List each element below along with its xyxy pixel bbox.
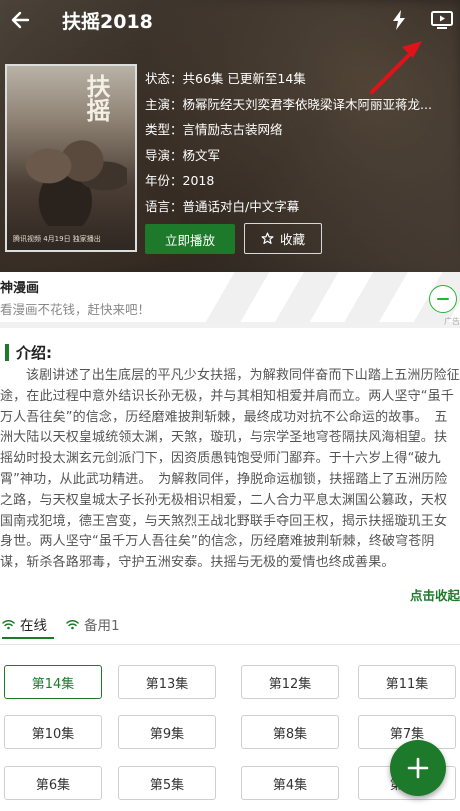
- active-tab-indicator: [2, 637, 54, 639]
- info-year: 年份：2018: [145, 173, 215, 188]
- tab-online-label: 在线: [20, 618, 47, 634]
- intro-header: 介绍:: [5, 342, 52, 363]
- plus-icon: [407, 757, 429, 779]
- back-button[interactable]: [6, 6, 34, 34]
- episode-button[interactable]: 第14集: [4, 665, 102, 699]
- favorite-label: 收藏: [279, 232, 305, 247]
- add-floating-button[interactable]: [390, 740, 446, 796]
- episode-button[interactable]: 第11集: [358, 665, 456, 699]
- section-divider: [0, 322, 460, 328]
- tv-play-icon: [431, 11, 453, 29]
- episode-button[interactable]: 第5集: [118, 766, 216, 800]
- info-genre: 类型：言情励志古装网络: [145, 122, 283, 137]
- poster-title: 扶摇: [82, 74, 111, 122]
- favorite-button[interactable]: 收藏: [244, 223, 322, 254]
- flash-icon: [393, 10, 405, 30]
- wifi-source-icon: [66, 620, 79, 630]
- episode-button[interactable]: 第9集: [118, 715, 216, 749]
- source-tabs: 在线 备用1: [0, 610, 460, 640]
- flash-button[interactable]: [386, 6, 412, 34]
- intro-text: 该剧讲述了出生底层的平凡少女扶摇，为解救同伴奋而下山踏上五洲历险征途，在此过程中…: [0, 368, 460, 571]
- wifi-source-icon: [2, 620, 15, 630]
- ad-tag: 广告: [444, 317, 460, 326]
- poster-caption: 腾讯视频 4月19日 独家播出: [13, 235, 101, 243]
- star-icon: [261, 232, 274, 244]
- tab-backup-label: 备用1: [84, 618, 120, 634]
- info-language: 语言：普通话对白/中文字幕: [145, 198, 300, 214]
- episode-button[interactable]: 第12集: [241, 665, 339, 699]
- episode-button[interactable]: 第4集: [241, 766, 339, 800]
- tv-cast-button[interactable]: [428, 6, 456, 34]
- back-arrow-icon: [11, 11, 30, 29]
- episode-button[interactable]: 第10集: [4, 715, 102, 749]
- episode-button[interactable]: 第6集: [4, 766, 102, 800]
- page-title: 扶摇2018: [62, 11, 153, 33]
- episode-button[interactable]: 第8集: [241, 715, 339, 749]
- ad-banner[interactable]: 神漫画 看漫画不花钱，赶快来吧！: [0, 272, 460, 322]
- collapse-link[interactable]: 点击收起: [410, 585, 460, 604]
- poster-artwork: [15, 126, 127, 226]
- episode-button[interactable]: 第13集: [118, 665, 216, 699]
- ad-subtitle: 看漫画不花钱，赶快来吧！: [0, 302, 151, 317]
- ad-title: 神漫画: [0, 281, 40, 296]
- tab-backup[interactable]: 备用1: [66, 614, 120, 634]
- intro-heading: 介绍:: [16, 344, 52, 362]
- info-director: 导演：杨文军: [145, 147, 221, 163]
- play-now-button[interactable]: 立即播放: [145, 224, 235, 254]
- tab-online[interactable]: 在线: [2, 614, 47, 634]
- download-icon: [437, 298, 449, 300]
- tabs-divider: [0, 644, 460, 645]
- top-bar: 扶摇2018: [0, 0, 460, 40]
- ad-download-button[interactable]: [429, 285, 457, 313]
- intro-accent-bar: [5, 344, 9, 361]
- annotation-arrow-icon: [370, 41, 422, 94]
- poster-image: 扶摇 腾讯视频 4月19日 独家播出: [5, 64, 137, 252]
- ad-decoration: [200, 272, 460, 322]
